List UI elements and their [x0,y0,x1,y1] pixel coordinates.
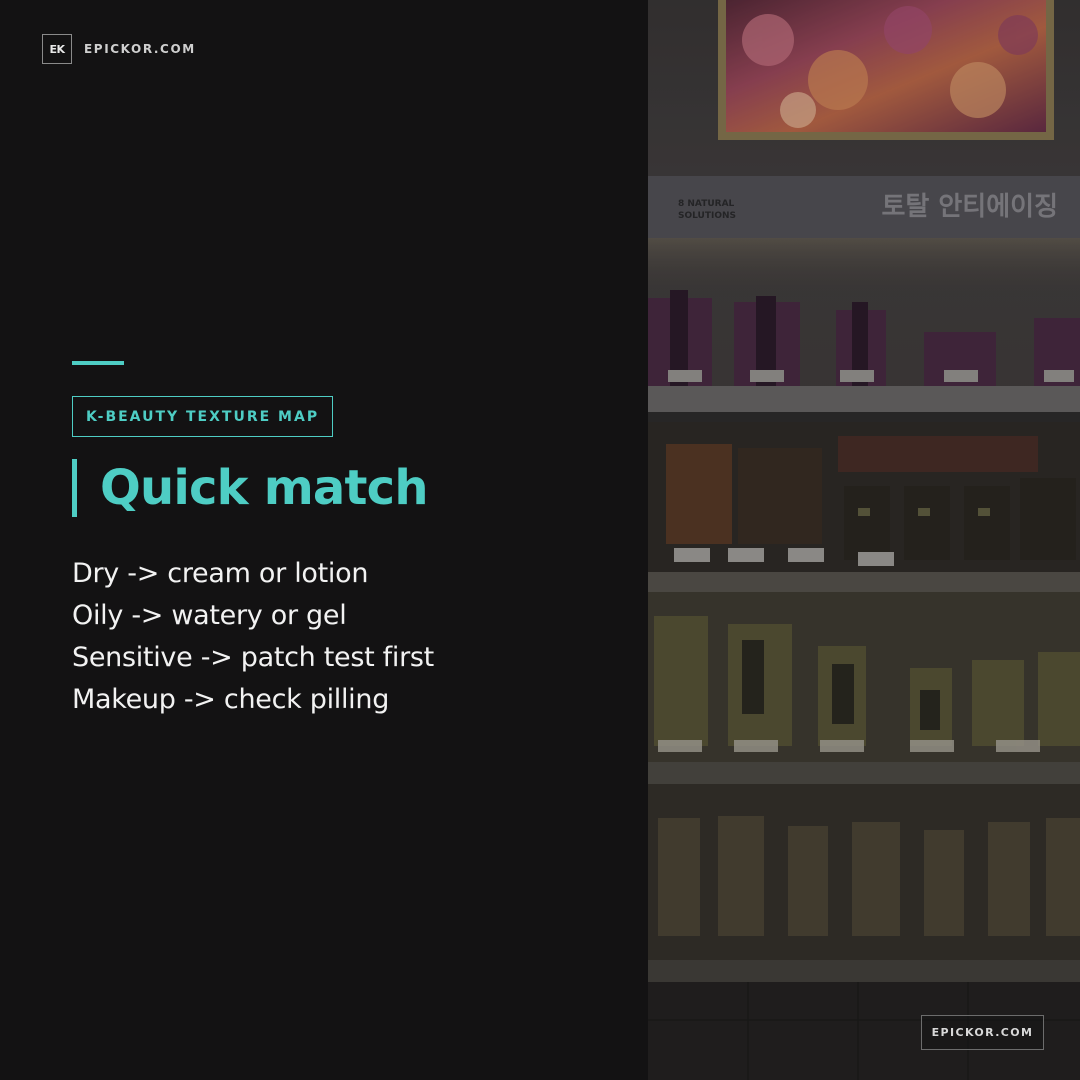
photo-brand-sign: 8 NATURAL [678,199,735,209]
photo-store-sign: 토탈 안티에이징 [882,192,1059,222]
store-shelf-photo: 8 NATURAL SOLUTIONS 토탈 안티에이징 [648,0,1080,1080]
match-item-dry: Dry -> cream or lotion [72,558,369,589]
brand-logo[interactable]: EK EPICKOR.COM [42,34,196,64]
footer-site-badge[interactable]: EPICKOR.COM [921,1015,1044,1050]
svg-text:SOLUTIONS: SOLUTIONS [678,211,736,221]
category-badge: K-BEAUTY TEXTURE MAP [72,396,334,437]
match-item-sensitive: Sensitive -> patch test first [72,642,434,673]
brand-site: EPICKOR.COM [84,42,196,56]
match-item-oily: Oily -> watery or gel [72,600,347,631]
match-item-makeup: Makeup -> check pilling [72,684,390,715]
accent-dash [72,361,124,365]
text-panel: EK EPICKOR.COM K-BEAUTY TEXTURE MAP Quic… [0,0,648,1080]
title-block: Quick match [72,459,429,517]
page-title: Quick match [100,460,429,516]
title-accent-bar [72,459,77,517]
match-list: Dry -> cream or lotion Oily -> watery or… [72,553,434,721]
brand-mark: EK [42,34,72,64]
